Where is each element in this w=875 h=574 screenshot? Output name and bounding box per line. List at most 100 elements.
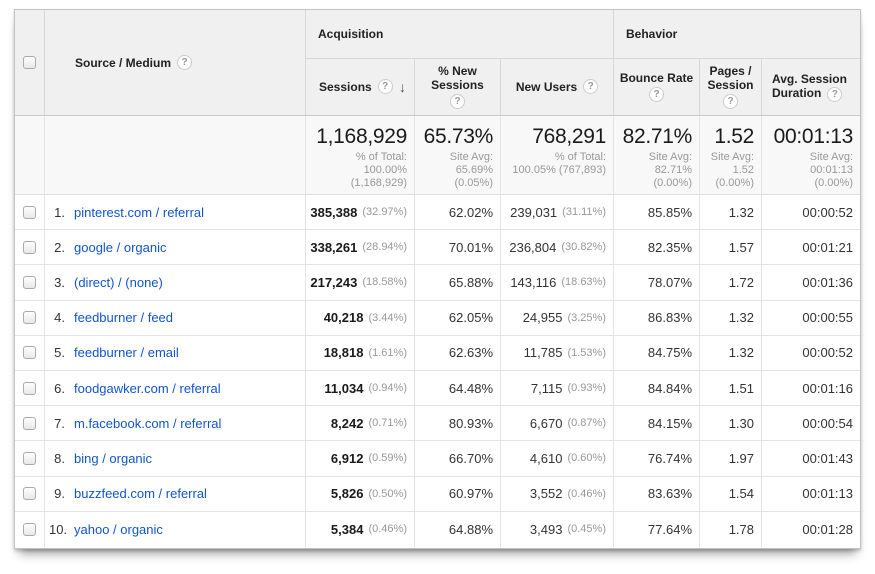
bounce-rate-header-label: Bounce Rate [620,71,693,85]
pages-session-cell: 1.57 [700,230,762,264]
pages-session-cell: 1.54 [700,477,762,511]
source-medium-cell: 7. m.facebook.com / referral [45,406,306,440]
row-checkbox[interactable] [23,206,36,219]
new-users-value: 24,955 [523,310,563,325]
pages-session-cell: 1.51 [700,371,762,405]
sort-descending-icon[interactable]: ↓ [399,79,406,95]
row-checkbox[interactable] [23,452,36,465]
new-users-percent: (31.11%) [562,206,606,218]
sessions-cell: 5,384 (0.46%) [306,512,415,547]
sessions-value: 217,243 [310,275,357,290]
row-checkbox-cell [15,230,45,264]
row-checkbox[interactable] [23,276,36,289]
select-all-checkbox[interactable] [23,56,36,69]
row-checkbox[interactable] [23,523,36,536]
pages-session-cell: 1.72 [700,265,762,299]
row-rank: 5. [49,345,65,360]
help-icon[interactable]: ? [649,87,664,102]
bounce-rate-cell: 76.74% [614,441,700,475]
help-icon[interactable]: ? [827,87,842,102]
table-row: 4. feedburner / feed 40,218 (3.44%) 62.0… [15,301,860,336]
row-checkbox[interactable] [23,382,36,395]
row-checkbox[interactable] [23,311,36,324]
source-medium-link[interactable]: feedburner / feed [74,310,173,325]
source-medium-link[interactable]: pinterest.com / referral [74,205,204,220]
help-icon[interactable]: ? [177,55,192,70]
sessions-column-header[interactable]: Sessions ? ↓ [306,59,415,115]
summary-avg-duration: 00:01:13 Site Avg: 00:01:13 (0.00%) [762,116,860,194]
bounce-rate-cell: 77.64% [614,512,700,547]
new-users-column-header[interactable]: New Users ? [501,59,614,115]
source-medium-link[interactable]: buzzfeed.com / referral [74,486,207,501]
new-users-percent: (30.82%) [561,241,606,253]
row-checkbox-cell [15,512,45,547]
source-medium-link[interactable]: feedburner / email [74,345,179,360]
source-medium-cell: 8. bing / organic [45,441,306,475]
table-row: 8. bing / organic 6,912 (0.59%) 66.70% 4… [15,441,860,476]
sessions-value: 5,384 [331,522,364,537]
avg-duration-cell: 00:00:52 [762,336,860,370]
row-checkbox-cell [15,406,45,440]
bounce-rate-column-header[interactable]: Bounce Rate ? [614,59,700,115]
source-medium-link[interactable]: foodgawker.com / referral [74,381,221,396]
source-medium-link[interactable]: google / organic [74,240,167,255]
sessions-value: 6,912 [331,451,364,466]
sessions-percent: (32.97%) [362,206,407,218]
avg-duration-column-header[interactable]: Avg. Session Duration? [762,59,860,115]
help-icon[interactable]: ? [723,94,738,109]
help-icon[interactable]: ? [450,94,465,109]
new-users-value: 7,115 [531,381,563,396]
new-users-value: 11,785 [524,345,563,360]
sessions-percent: (1.61%) [368,347,407,359]
pages-session-cell: 1.32 [700,195,762,229]
source-medium-column-header[interactable]: Source / Medium ? [45,10,306,115]
new-users-cell: 239,031 (31.11%) [501,195,614,229]
new-users-header-label: New Users [516,80,577,94]
source-medium-link[interactable]: m.facebook.com / referral [74,416,221,431]
table-row: 3. (direct) / (none) 217,243 (18.58%) 65… [15,265,860,300]
new-users-percent: (1.53%) [567,347,606,359]
row-checkbox[interactable] [23,487,36,500]
sessions-header-label: Sessions [319,80,372,94]
new-users-percent: (0.45%) [567,523,606,535]
help-icon[interactable]: ? [583,79,598,94]
new-users-value: 143,116 [510,275,556,290]
sessions-value: 18,818 [324,345,364,360]
row-rank: 6. [49,381,65,396]
table-row: 1. pinterest.com / referral 385,388 (32.… [15,195,860,230]
summary-sessions-value: 1,168,929 [308,124,407,150]
source-medium-cell: 6. foodgawker.com / referral [45,371,306,405]
table-row: 9. buzzfeed.com / referral 5,826 (0.50%)… [15,477,860,512]
new-sessions-header-label: % New Sessions [431,64,484,92]
sessions-cell: 18,818 (1.61%) [306,336,415,370]
new-users-cell: 3,552 (0.46%) [501,477,614,511]
source-medium-cell: 3. (direct) / (none) [45,265,306,299]
summary-source-spacer [45,116,306,194]
sessions-cell: 6,912 (0.59%) [306,441,415,475]
summary-avg-duration-subtext: Site Avg: 00:01:13 (0.00%) [764,151,853,190]
sessions-percent: (0.59%) [368,452,407,464]
row-checkbox[interactable] [23,241,36,254]
pages-session-cell: 1.30 [700,406,762,440]
new-sessions-cell: 62.05% [415,301,501,335]
bounce-rate-cell: 83.63% [614,477,700,511]
sessions-value: 8,242 [331,416,364,431]
source-medium-link[interactable]: bing / organic [74,451,152,466]
bounce-rate-cell: 84.75% [614,336,700,370]
pages-session-column-header[interactable]: Pages / Session ? [700,59,762,115]
row-rank: 2. [49,240,65,255]
avg-duration-cell: 00:01:28 [762,512,860,547]
row-checkbox[interactable] [23,346,36,359]
row-rank: 3. [49,275,65,290]
table-row: 5. feedburner / email 18,818 (1.61%) 62.… [15,336,860,371]
source-medium-link[interactable]: (direct) / (none) [74,275,163,290]
summary-new-sessions: 65.73% Site Avg: 65.69% (0.05%) [415,116,501,194]
pages-session-cell: 1.78 [700,512,762,547]
row-checkbox[interactable] [23,417,36,430]
help-icon[interactable]: ? [378,79,393,94]
summary-new-users-value: 768,291 [503,124,606,150]
new-sessions-column-header[interactable]: % New Sessions ? [415,59,501,115]
new-users-percent: (3.25%) [567,312,606,324]
new-users-cell: 143,116 (18.63%) [501,265,614,299]
source-medium-link[interactable]: yahoo / organic [74,522,163,537]
